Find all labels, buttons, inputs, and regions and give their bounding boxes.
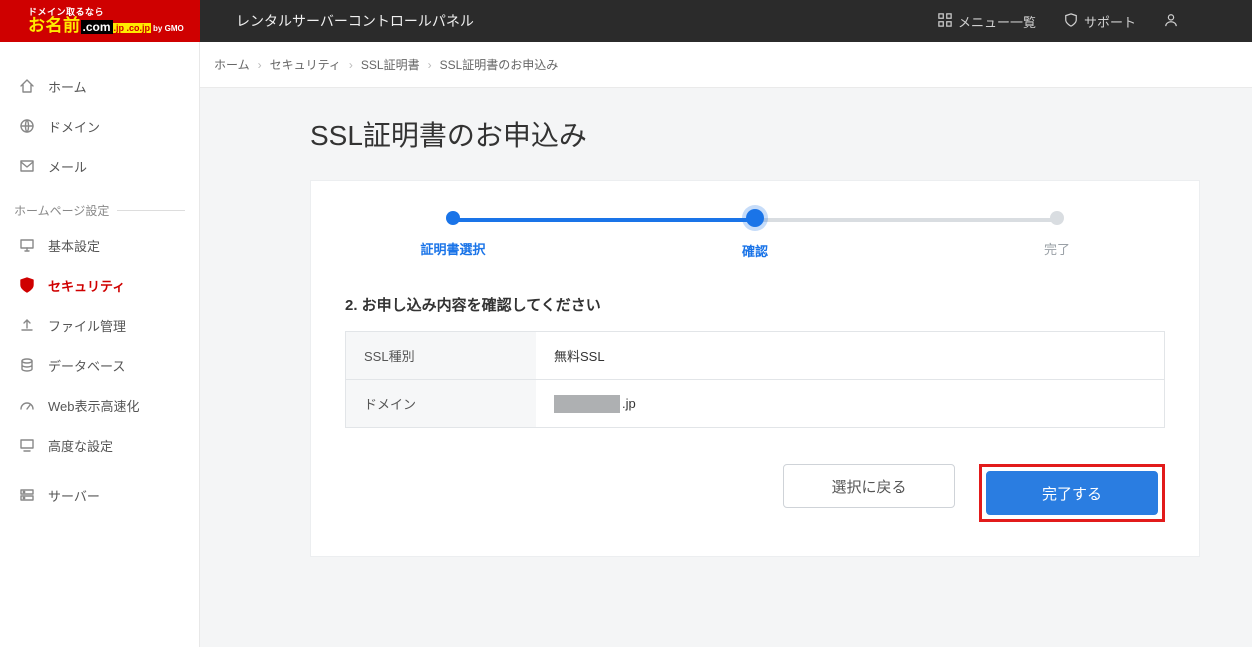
sidebar: ホーム ドメイン メール ホームページ設定 基本設定	[0, 42, 200, 647]
form-card: 証明書選択 確認 完了 2. お申し込み内容を確認してください SSL種別	[310, 180, 1200, 557]
row-value: 無料SSL	[536, 332, 1164, 379]
step-1: 証明書選択	[445, 211, 461, 260]
progress-stepper: 証明書選択 確認 完了	[445, 211, 1065, 260]
monitor-icon	[18, 237, 36, 253]
confirmation-table: SSL種別 無料SSL ドメイン .jp	[345, 331, 1165, 428]
step-label: 証明書選択	[421, 239, 486, 258]
chevron-right-icon: ›	[349, 58, 353, 72]
sidebar-item-advanced-settings[interactable]: 高度な設定	[0, 425, 199, 465]
sidebar-item-domain[interactable]: ドメイン	[0, 106, 199, 146]
sidebar-item-label: 高度な設定	[48, 436, 113, 455]
sidebar-group-homepage: ホームページ設定	[0, 186, 199, 225]
section-title: 2. お申し込み内容を確認してください	[345, 294, 1165, 315]
sidebar-item-label: データベース	[48, 356, 125, 375]
user-menu[interactable]	[1150, 0, 1252, 42]
brand-com: .com	[81, 20, 113, 34]
button-row: 選択に戻る 完了する	[345, 464, 1165, 522]
shield-icon	[18, 277, 36, 293]
sidebar-item-label: サーバー	[48, 486, 100, 505]
main-content: ホーム › セキュリティ › SSL証明書 › SSL証明書のお申込み SSL証…	[200, 42, 1252, 647]
mail-icon	[18, 158, 36, 174]
sidebar-item-label: Web表示高速化	[48, 396, 140, 415]
support-button[interactable]: サポート	[1050, 0, 1150, 42]
sidebar-item-file-manager[interactable]: ファイル管理	[0, 305, 199, 345]
brand-logo[interactable]: ドメイン取るなら お名前.com.jp .co.jpby GMO	[0, 0, 200, 42]
globe-icon	[18, 118, 36, 134]
breadcrumb-item[interactable]: SSL証明書	[361, 56, 420, 73]
sidebar-item-label: セキュリティ	[48, 276, 125, 295]
sidebar-item-label: ホーム	[48, 77, 87, 96]
shield-outline-icon	[1064, 13, 1078, 30]
step-2: 確認	[747, 211, 763, 260]
sidebar-item-mail[interactable]: メール	[0, 146, 199, 186]
upload-icon	[18, 317, 36, 333]
redacted-text	[554, 395, 620, 413]
row-value: .jp	[536, 380, 1164, 427]
submit-button-highlight: 完了する	[979, 464, 1165, 522]
row-key: SSL種別	[346, 332, 536, 379]
submit-button[interactable]: 完了する	[986, 471, 1158, 515]
app-header: ドメイン取るなら お名前.com.jp .co.jpby GMO レンタルサーバ…	[0, 0, 1252, 42]
menu-list-button[interactable]: メニュー一覧	[924, 0, 1050, 42]
sidebar-item-security[interactable]: セキュリティ	[0, 265, 199, 305]
gauge-icon	[18, 397, 36, 413]
server-icon	[18, 487, 36, 503]
table-row: SSL種別 無料SSL	[346, 332, 1164, 379]
table-row: ドメイン .jp	[346, 379, 1164, 427]
sidebar-item-label: ファイル管理	[48, 316, 126, 335]
step-label: 確認	[742, 241, 768, 260]
home-icon	[18, 78, 36, 94]
back-button[interactable]: 選択に戻る	[783, 464, 955, 508]
step-dot-icon	[446, 211, 460, 225]
sidebar-item-basic-settings[interactable]: 基本設定	[0, 225, 199, 265]
sidebar-item-server[interactable]: サーバー	[0, 475, 199, 515]
breadcrumb-item[interactable]: セキュリティ	[270, 56, 341, 73]
brand-name: お名前	[28, 16, 81, 35]
breadcrumb-item-current: SSL証明書のお申込み	[440, 56, 559, 73]
user-icon	[1164, 13, 1178, 30]
sidebar-item-home[interactable]: ホーム	[0, 66, 199, 106]
breadcrumb-item[interactable]: ホーム	[214, 56, 250, 73]
grid-icon	[938, 13, 952, 30]
sidebar-item-label: 基本設定	[48, 236, 100, 255]
sliders-icon	[18, 437, 36, 453]
sidebar-item-web-speed[interactable]: Web表示高速化	[0, 385, 199, 425]
step-label: 完了	[1044, 239, 1070, 258]
database-icon	[18, 357, 36, 373]
step-dot-icon	[1050, 211, 1064, 225]
sidebar-item-database[interactable]: データベース	[0, 345, 199, 385]
support-label: サポート	[1084, 12, 1136, 31]
chevron-right-icon: ›	[258, 58, 262, 72]
menu-list-label: メニュー一覧	[958, 12, 1036, 31]
step-3: 完了	[1049, 211, 1065, 260]
brand-tld-badge: .jp .co.jp	[113, 23, 152, 33]
app-title: レンタルサーバーコントロールパネル	[200, 0, 474, 42]
sidebar-item-label: ドメイン	[48, 117, 100, 136]
sidebar-item-label: メール	[48, 157, 87, 176]
step-dot-icon	[746, 209, 764, 227]
chevron-right-icon: ›	[428, 58, 432, 72]
row-key: ドメイン	[346, 380, 536, 427]
page-title: SSL証明書のお申込み	[310, 114, 1242, 154]
breadcrumb: ホーム › セキュリティ › SSL証明書 › SSL証明書のお申込み	[200, 42, 1252, 88]
brand-bygmo: by GMO	[153, 24, 184, 33]
